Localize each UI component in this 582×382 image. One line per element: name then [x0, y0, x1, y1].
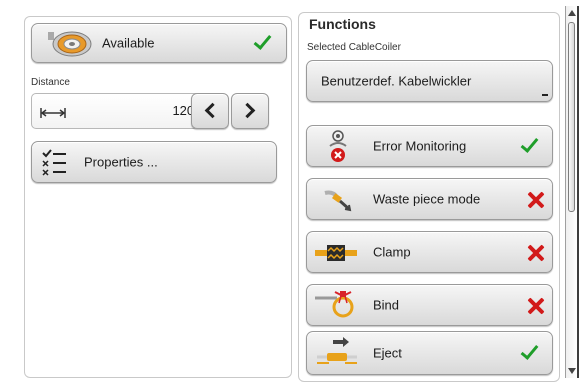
coiler-select-value: Benutzerdef. Kabelwickler — [321, 73, 472, 89]
clamp-icon — [315, 242, 357, 269]
disabled-cross-icon — [527, 191, 545, 209]
bind-icon — [315, 289, 357, 326]
available-toggle-button[interactable]: Available — [31, 23, 287, 63]
distance-label: Distance — [31, 77, 70, 88]
available-label: Available — [102, 35, 155, 51]
disabled-cross-icon — [527, 297, 545, 315]
coiler-select-dropdown[interactable]: Benutzerdef. Kabelwickler — [306, 60, 553, 102]
dropdown-indicator-icon — [542, 94, 548, 96]
enabled-check-icon — [520, 134, 539, 153]
functions-scrollbar[interactable] — [565, 6, 579, 378]
scroll-down-arrow-icon[interactable] — [568, 368, 576, 374]
function-clamp-button[interactable]: Clamp — [306, 231, 553, 273]
distance-arrows-icon — [40, 106, 66, 124]
function-label: Bind — [373, 297, 400, 313]
chevron-right-icon — [239, 102, 256, 119]
function-label: Error Monitoring — [373, 138, 467, 154]
cable-coiler-panel: Available Distance 120.0 Properties ... — [24, 16, 292, 378]
available-check-icon — [253, 31, 272, 50]
functions-panel: Functions Selected CableCoiler Benutzerd… — [298, 12, 560, 382]
functions-title: Functions — [309, 16, 376, 32]
chevron-left-icon — [204, 102, 221, 119]
properties-button[interactable]: Properties ... — [31, 141, 277, 183]
function-bind-button[interactable]: Bind — [306, 284, 553, 326]
properties-label: Properties ... — [84, 154, 158, 170]
function-eject-button[interactable]: Eject — [306, 331, 553, 375]
distance-increase-button[interactable] — [231, 93, 269, 129]
function-label: Eject — [373, 345, 402, 361]
function-waste-piece-mode-button[interactable]: Waste piece mode — [306, 178, 553, 220]
waste-piece-icon — [323, 187, 353, 218]
enabled-check-icon — [520, 341, 539, 360]
distance-decrease-button[interactable] — [191, 93, 229, 129]
function-label: Clamp — [373, 244, 411, 260]
function-error-monitoring-button[interactable]: Error Monitoring — [306, 125, 553, 167]
disabled-cross-icon — [527, 244, 545, 262]
cable-coiler-icon — [46, 29, 94, 64]
selected-coiler-label: Selected CableCoiler — [307, 42, 401, 53]
eject-icon — [317, 337, 357, 374]
checklist-icon — [42, 148, 68, 183]
error-monitoring-icon — [327, 130, 349, 169]
function-label: Waste piece mode — [373, 191, 481, 207]
scroll-up-arrow-icon[interactable] — [568, 10, 576, 16]
scrollbar-thumb[interactable] — [568, 22, 575, 212]
distance-field[interactable]: 120.0 — [31, 93, 209, 129]
